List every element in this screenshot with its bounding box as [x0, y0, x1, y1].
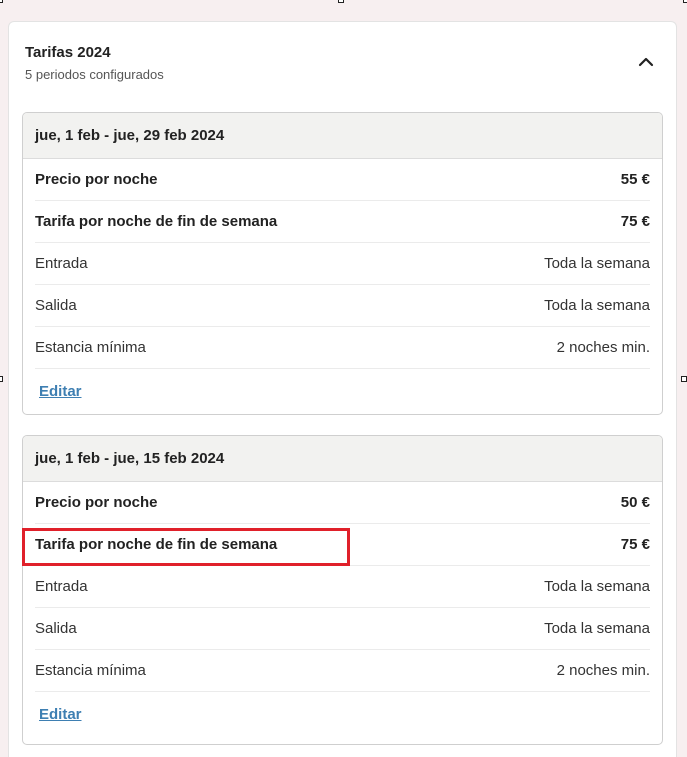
row-label: Salida	[35, 297, 77, 314]
row-label: Estancia mínima	[35, 339, 146, 356]
resize-handle-top-center[interactable]	[338, 0, 344, 3]
rates-card-title: Tarifas 2024	[25, 44, 111, 61]
row-check-out: Salida Toda la semana	[35, 608, 650, 650]
row-value: 50 €	[620, 494, 650, 511]
rate-period: jue, 1 feb - jue, 15 feb 2024 Precio por…	[22, 435, 663, 745]
chevron-up-icon[interactable]	[636, 52, 656, 72]
row-value: Toda la semana	[544, 297, 650, 314]
rates-card-header: Tarifas 2024 5 periodos configurados	[25, 44, 164, 83]
row-label: Precio por noche	[35, 494, 158, 511]
row-minimum-stay: Estancia mínima 2 noches min.	[35, 650, 650, 692]
period-date-range: jue, 1 feb - jue, 15 feb 2024	[23, 436, 662, 482]
row-label: Precio por noche	[35, 171, 158, 188]
rates-card: Tarifas 2024 5 periodos configurados jue…	[8, 21, 677, 757]
row-value: Toda la semana	[544, 578, 650, 595]
row-value: 2 noches min.	[556, 662, 650, 679]
row-value: 55 €	[620, 171, 650, 188]
edit-link[interactable]: Editar	[39, 383, 82, 400]
row-value: 75 €	[620, 213, 650, 230]
row-check-in: Entrada Toda la semana	[35, 243, 650, 285]
screenshot-frame: Tarifas 2024 5 periodos configurados jue…	[0, 0, 687, 757]
row-weekend-rate: Tarifa por noche de fin de semana 75 €	[35, 524, 650, 566]
row-label: Tarifa por noche de fin de semana	[35, 536, 278, 553]
resize-handle-middle-right[interactable]	[681, 376, 687, 382]
row-label: Entrada	[35, 578, 88, 595]
row-value: Toda la semana	[544, 255, 650, 272]
edit-link[interactable]: Editar	[39, 706, 82, 723]
row-price-per-night: Precio por noche 50 €	[35, 482, 650, 524]
row-value: 75 €	[620, 536, 650, 553]
edit-row: Editar	[35, 369, 650, 414]
period-date-range: jue, 1 feb - jue, 29 feb 2024	[23, 113, 662, 159]
rate-period: jue, 1 feb - jue, 29 feb 2024 Precio por…	[22, 112, 663, 415]
rates-card-subtitle: 5 periodos configurados	[25, 67, 164, 82]
row-label: Estancia mínima	[35, 662, 146, 679]
row-minimum-stay: Estancia mínima 2 noches min.	[35, 327, 650, 369]
row-label: Tarifa por noche de fin de semana	[35, 213, 278, 230]
row-weekend-rate: Tarifa por noche de fin de semana 75 €	[35, 201, 650, 243]
row-check-in: Entrada Toda la semana	[35, 566, 650, 608]
row-value: 2 noches min.	[556, 339, 650, 356]
resize-handle-middle-left[interactable]	[0, 376, 3, 382]
row-check-out: Salida Toda la semana	[35, 285, 650, 327]
resize-handle-top-right[interactable]	[683, 0, 687, 3]
resize-handle-top-left[interactable]	[0, 0, 3, 3]
row-value: Toda la semana	[544, 620, 650, 637]
edit-row: Editar	[35, 692, 650, 737]
row-label: Salida	[35, 620, 77, 637]
row-label: Entrada	[35, 255, 88, 272]
row-price-per-night: Precio por noche 55 €	[35, 159, 650, 201]
